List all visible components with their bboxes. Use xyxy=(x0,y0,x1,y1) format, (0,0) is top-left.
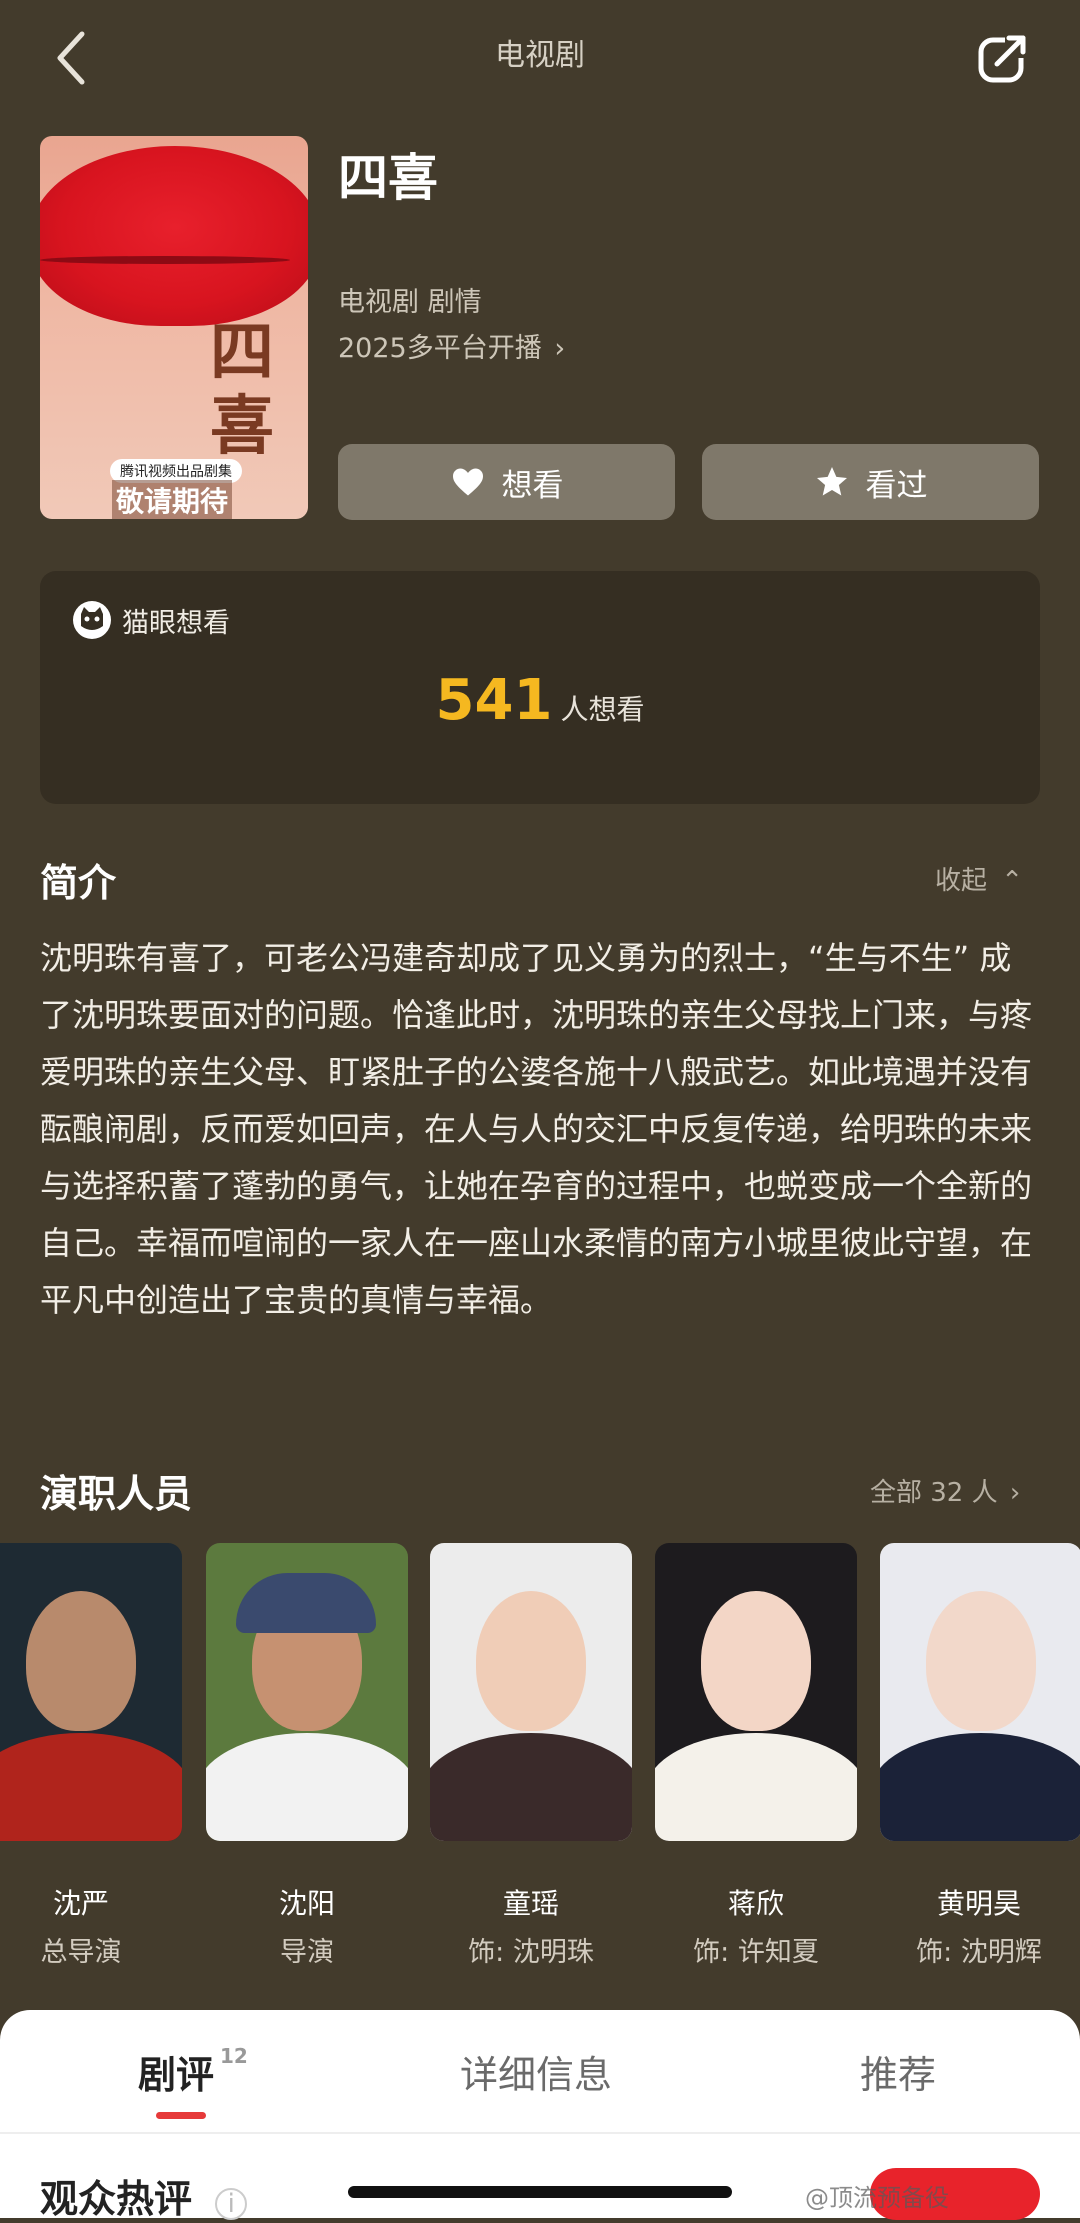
poster-lips-art xyxy=(40,146,308,326)
hot-reviews-heading: 观众热评 i xyxy=(40,2168,248,2223)
maoyan-header: 猫眼想看 xyxy=(72,600,230,640)
cast-photo[interactable] xyxy=(206,1543,408,1841)
cast-role: 饰: 沈明珠 xyxy=(468,1937,594,1968)
home-indicator[interactable] xyxy=(348,2186,732,2198)
star-icon xyxy=(816,467,847,496)
watched-button[interactable]: 看过 xyxy=(702,444,1039,520)
all-cast-label: 全部 32 人 xyxy=(870,1478,998,1508)
cast-heading: 演职人员 xyxy=(40,1472,193,1516)
watched-label: 看过 xyxy=(865,467,928,504)
want-count-unit: 人想看 xyxy=(560,693,645,726)
cast-role: 导演 xyxy=(280,1937,334,1968)
cat-logo-icon xyxy=(73,601,111,639)
info-icon[interactable]: i xyxy=(215,2188,248,2220)
intro-heading: 简介 xyxy=(40,861,117,905)
want-count-number: 541 xyxy=(435,668,553,733)
show-title: 四喜 xyxy=(338,149,438,207)
divider xyxy=(0,2132,1080,2134)
poster-subtitle: 敬请期待 xyxy=(112,480,233,519)
heart-icon xyxy=(452,468,483,496)
want-label: 想看 xyxy=(501,467,564,504)
cast-role: 总导演 xyxy=(40,1937,122,1968)
cast-name: 沈严 xyxy=(52,1887,109,1920)
active-tab-indicator xyxy=(156,2112,206,2119)
cast-role: 饰: 沈明辉 xyxy=(916,1937,1042,1968)
cast-photo[interactable] xyxy=(655,1543,857,1841)
cast-photo[interactable] xyxy=(880,1543,1080,1841)
cast-name: 童瑶 xyxy=(502,1887,559,1920)
share-icon[interactable] xyxy=(975,30,1031,86)
cast-photo[interactable] xyxy=(430,1543,632,1841)
all-cast-link[interactable]: 全部 32 人 › xyxy=(870,1472,1020,1509)
tab-details[interactable]: 详细信息 xyxy=(460,2044,612,2099)
maoyan-label: 猫眼想看 xyxy=(122,607,230,639)
cast-name: 沈阳 xyxy=(278,1887,335,1920)
show-poster[interactable]: 四喜 腾讯视频出品剧集 敬请期待 xyxy=(40,136,308,519)
review-count-badge: 12 xyxy=(220,2044,248,2068)
poster-title: 四喜 xyxy=(210,315,274,464)
page-title: 电视剧 xyxy=(495,38,585,73)
intro-text: 沈明珠有喜了，可老公冯建奇却成了见义勇为的烈士，“生与不生” 成了沈明珠要面对的… xyxy=(40,939,1033,1319)
release-text: 2025多平台开播 xyxy=(338,333,542,364)
collapse-label: 收起 xyxy=(935,866,988,896)
chevron-up-icon: ⌃ xyxy=(1001,866,1024,896)
tab-recommend[interactable]: 推荐 xyxy=(860,2044,936,2099)
tab-reviews[interactable]: 剧评 12 xyxy=(138,2044,248,2099)
cast-role: 饰: 许知夏 xyxy=(693,1937,819,1968)
chevron-right-icon: › xyxy=(554,333,566,364)
cast-photo[interactable] xyxy=(0,1543,182,1841)
hot-reviews-label: 观众热评 xyxy=(40,2177,193,2221)
want-count: 541 人想看 xyxy=(0,668,1080,733)
collapse-button[interactable]: 收起 ⌃ xyxy=(935,860,1023,897)
chevron-right-icon: › xyxy=(1009,1478,1021,1508)
tab-reviews-label: 剧评 xyxy=(138,2053,215,2097)
show-genre: 电视剧 剧情 xyxy=(338,287,482,318)
want-button[interactable]: 想看 xyxy=(338,444,675,520)
release-info[interactable]: 2025多平台开播 › xyxy=(338,326,565,365)
watermark: @顶流预备役 xyxy=(805,2184,949,2212)
cast-name: 蒋欣 xyxy=(727,1887,784,1920)
cast-name: 黄明昊 xyxy=(936,1887,1021,1920)
